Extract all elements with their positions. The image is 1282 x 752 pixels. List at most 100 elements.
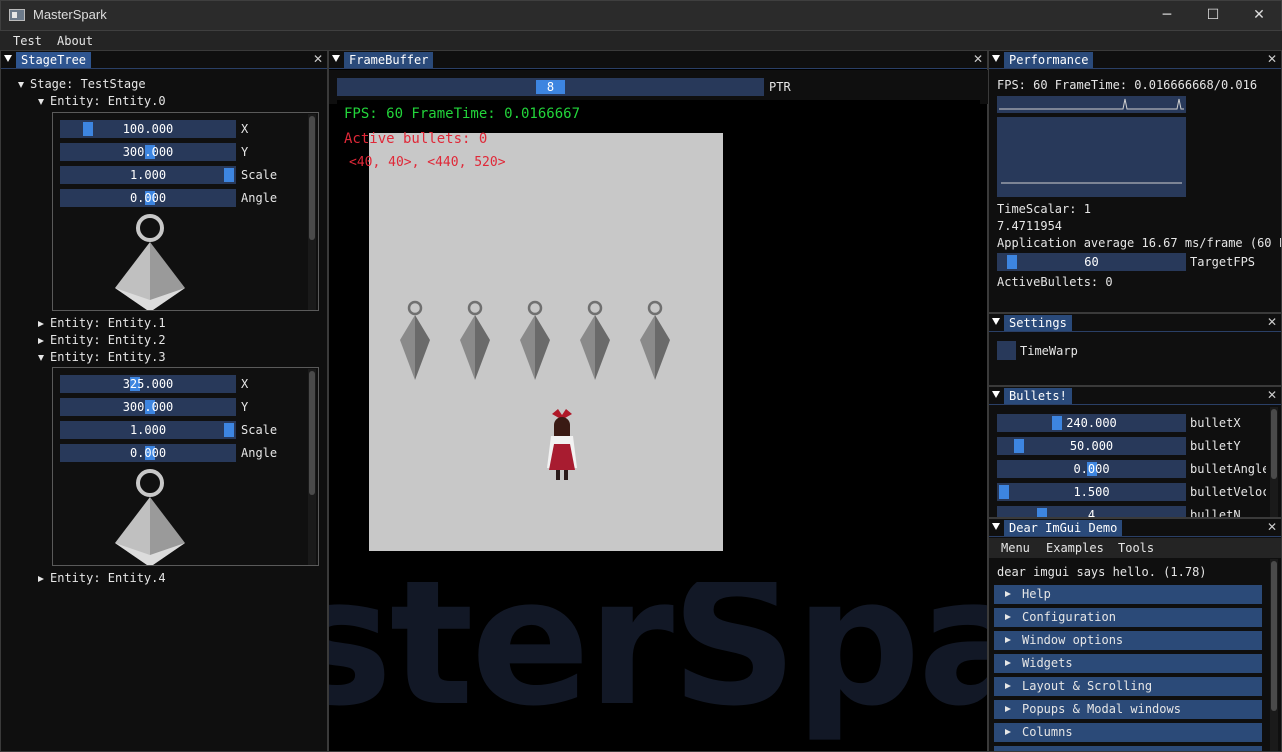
frametime-plot	[997, 117, 1186, 197]
bulletangle-label: bulletAngle	[1190, 462, 1266, 476]
entity4-node[interactable]: Entity: Entity.4	[38, 571, 166, 585]
bulletn-slider[interactable]: 4	[997, 506, 1186, 517]
bulletvelocity-label: bulletVeloc	[1190, 485, 1266, 499]
fps-overlay-text: FPS: 60 FrameTime: 0.0166667	[344, 106, 581, 122]
slider-value: 50.000	[1069, 439, 1114, 453]
slider-value: 0.000	[1073, 462, 1110, 476]
game-view[interactable]: FPS: 60 FrameTime: 0.0166667 Active bull…	[337, 100, 980, 582]
stage-node[interactable]: Stage: TestStage	[18, 77, 146, 91]
bulletx-label: bulletX	[1190, 416, 1241, 430]
bullet-sprite	[400, 300, 430, 380]
bullets-scrollbar[interactable]	[1270, 407, 1278, 517]
stagetree-titlebar: StageTree ✕	[1, 51, 327, 69]
menu-about[interactable]: About	[57, 34, 93, 48]
slider-value: 60	[1084, 255, 1099, 269]
entity2-node[interactable]: Entity: Entity.2	[38, 333, 166, 347]
section-window-options[interactable]: Window options	[994, 631, 1262, 650]
bulletangle-slider[interactable]: 0.000	[997, 460, 1186, 478]
imgui-demo-window: Dear ImGui Demo ✕ Menu Examples Tools de…	[988, 518, 1282, 752]
section-help[interactable]: Help	[994, 585, 1262, 604]
timewarp-checkbox[interactable]	[997, 341, 1016, 360]
scroll-thumb[interactable]	[309, 371, 315, 495]
settings-tab[interactable]: Settings	[1004, 315, 1072, 331]
bulletn-label: bulletN	[1190, 508, 1241, 518]
entity3-node[interactable]: Entity: Entity.3	[38, 350, 166, 364]
entity0-scale-slider[interactable]: 1.000	[60, 166, 236, 184]
scale-label: Scale	[241, 423, 278, 437]
ptr-label: PTR	[769, 80, 791, 94]
slider-value: 325.000	[122, 377, 174, 391]
collapse-triangle-icon[interactable]	[332, 55, 340, 62]
entity0-angle-slider[interactable]: 0.000	[60, 189, 236, 207]
entity3-angle-slider[interactable]: 0.000	[60, 444, 236, 462]
bullets-tab[interactable]: Bullets!	[1004, 388, 1072, 404]
app-average-text: Application average 16.67 ms/frame (60 F	[997, 236, 1281, 250]
section-configuration[interactable]: Configuration	[994, 608, 1262, 627]
entity0-scrollbar[interactable]	[308, 114, 316, 310]
bullet-sprite-preview	[115, 469, 185, 565]
section-label: Popups & Modal windows	[1022, 702, 1181, 716]
entity1-label: Entity: Entity.1	[50, 316, 166, 330]
entity0-y-slider[interactable]: 300.000	[60, 143, 236, 161]
close-icon[interactable]: ✕	[973, 52, 983, 66]
slider-value: 1.000	[129, 423, 167, 437]
collapse-triangle-icon[interactable]	[992, 391, 1000, 398]
demo-menu-tools[interactable]: Tools	[1118, 541, 1154, 555]
bullet-sprite	[580, 300, 610, 380]
scroll-thumb[interactable]	[1271, 561, 1277, 711]
player-character	[547, 409, 577, 480]
collapse-triangle-icon[interactable]	[992, 523, 1000, 530]
y-label: Y	[241, 145, 249, 159]
section-layout-scrolling[interactable]: Layout & Scrolling	[994, 677, 1262, 696]
targetfps-slider[interactable]: 60	[997, 253, 1186, 271]
collapse-triangle-icon[interactable]	[992, 318, 1000, 325]
bulletvelocity-slider[interactable]: 1.500	[997, 483, 1186, 501]
maximize-button[interactable]: ☐	[1190, 0, 1236, 31]
close-icon[interactable]: ✕	[1267, 388, 1277, 402]
collapsed-arrow-icon	[1005, 660, 1011, 666]
close-icon[interactable]: ✕	[1267, 315, 1277, 329]
menu-test[interactable]: Test	[13, 34, 42, 48]
imgui-demo-tab[interactable]: Dear ImGui Demo	[1004, 520, 1123, 536]
minimize-button[interactable]: ─	[1144, 0, 1190, 31]
entity3-scrollbar[interactable]	[308, 369, 316, 565]
bullety-slider[interactable]: 50.000	[997, 437, 1186, 455]
demo-menu-examples[interactable]: Examples	[1046, 541, 1104, 555]
section-more[interactable]	[994, 746, 1262, 751]
scroll-thumb[interactable]	[309, 116, 315, 240]
active-bullets-overlay-text: Active bullets: 0	[344, 131, 488, 147]
demo-menu-menu[interactable]: Menu	[1001, 541, 1030, 555]
slider-value: 8	[546, 80, 555, 94]
y-label: Y	[241, 400, 249, 414]
entity3-x-slider[interactable]: 325.000	[60, 375, 236, 393]
close-icon[interactable]: ✕	[313, 52, 323, 66]
slider-value: 0.000	[129, 191, 167, 205]
entity0-node[interactable]: Entity: Entity.0	[38, 94, 166, 108]
entity3-scale-slider[interactable]: 1.000	[60, 421, 236, 439]
bullety-label: bulletY	[1190, 439, 1241, 453]
bullets-window: Bullets! ✕ 240.000 bulletX 50.000 bullet…	[988, 386, 1282, 518]
demo-scrollbar[interactable]	[1270, 559, 1278, 751]
section-columns[interactable]: Columns	[994, 723, 1262, 742]
x-label: X	[241, 377, 249, 391]
collapse-triangle-icon[interactable]	[4, 55, 12, 62]
slider-value: 300.000	[122, 400, 174, 414]
collapse-triangle-icon[interactable]	[992, 55, 1000, 62]
expanded-arrow-icon	[38, 354, 44, 361]
close-icon[interactable]: ✕	[1267, 520, 1277, 534]
entity1-node[interactable]: Entity: Entity.1	[38, 316, 166, 330]
scroll-thumb[interactable]	[1271, 409, 1277, 479]
close-button[interactable]: ✕	[1236, 0, 1282, 31]
scale-label: Scale	[241, 168, 278, 182]
bulletx-slider[interactable]: 240.000	[997, 414, 1186, 432]
entity0-x-slider[interactable]: 100.000	[60, 120, 236, 138]
close-icon[interactable]: ✕	[1267, 52, 1277, 66]
stagetree-tab[interactable]: StageTree	[16, 52, 92, 68]
section-widgets[interactable]: Widgets	[994, 654, 1262, 673]
performance-tab[interactable]: Performance	[1004, 52, 1094, 68]
section-popups-modal[interactable]: Popups & Modal windows	[994, 700, 1262, 719]
framebuffer-tab[interactable]: FrameBuffer	[344, 52, 434, 68]
section-label: Columns	[1022, 725, 1073, 739]
entity3-y-slider[interactable]: 300.000	[60, 398, 236, 416]
ptr-slider[interactable]: 8	[337, 78, 764, 96]
